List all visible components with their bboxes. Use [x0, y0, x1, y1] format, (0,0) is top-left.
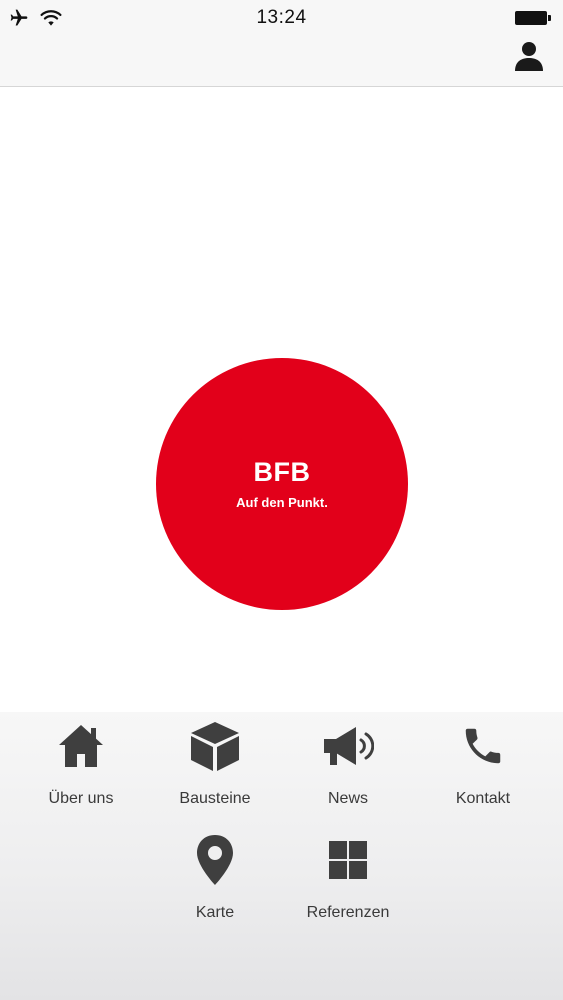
- nav-item-bausteine[interactable]: Bausteine: [150, 720, 280, 808]
- user-icon[interactable]: [513, 40, 545, 72]
- nav-label-ueber-uns: Über uns: [48, 790, 114, 807]
- home-icon: [59, 725, 103, 767]
- megaphone-icon: [324, 727, 374, 765]
- nav-label-kontakt: Kontakt: [455, 790, 511, 807]
- status-bar: 13:24: [0, 0, 563, 87]
- bfb-logo: BFB Auf den Punkt.: [156, 358, 408, 610]
- nav-item-ueber-uns[interactable]: Über uns: [16, 720, 146, 808]
- nav-label-karte: Karte: [195, 904, 235, 921]
- grid-icon: [329, 841, 367, 879]
- battery-icon: [515, 11, 551, 25]
- navigation-dock: Über uns Bausteine News Kontakt Karte Re…: [0, 712, 563, 1000]
- nav-item-referenzen[interactable]: Referenzen: [283, 834, 413, 922]
- nav-item-kontakt[interactable]: Kontakt: [418, 720, 548, 808]
- nav-label-bausteine: Bausteine: [179, 790, 251, 807]
- logo-title: BFB: [253, 456, 311, 487]
- nav-label-referenzen: Referenzen: [306, 904, 390, 921]
- map-pin-icon: [197, 835, 233, 885]
- nav-item-karte[interactable]: Karte: [150, 834, 280, 922]
- phone-icon: [465, 728, 501, 764]
- status-time: 13:24: [256, 7, 307, 28]
- nav-label-news: News: [327, 790, 368, 807]
- cube-icon: [191, 722, 239, 771]
- nav-item-news[interactable]: News: [283, 720, 413, 808]
- logo-tagline: Auf den Punkt.: [236, 494, 328, 510]
